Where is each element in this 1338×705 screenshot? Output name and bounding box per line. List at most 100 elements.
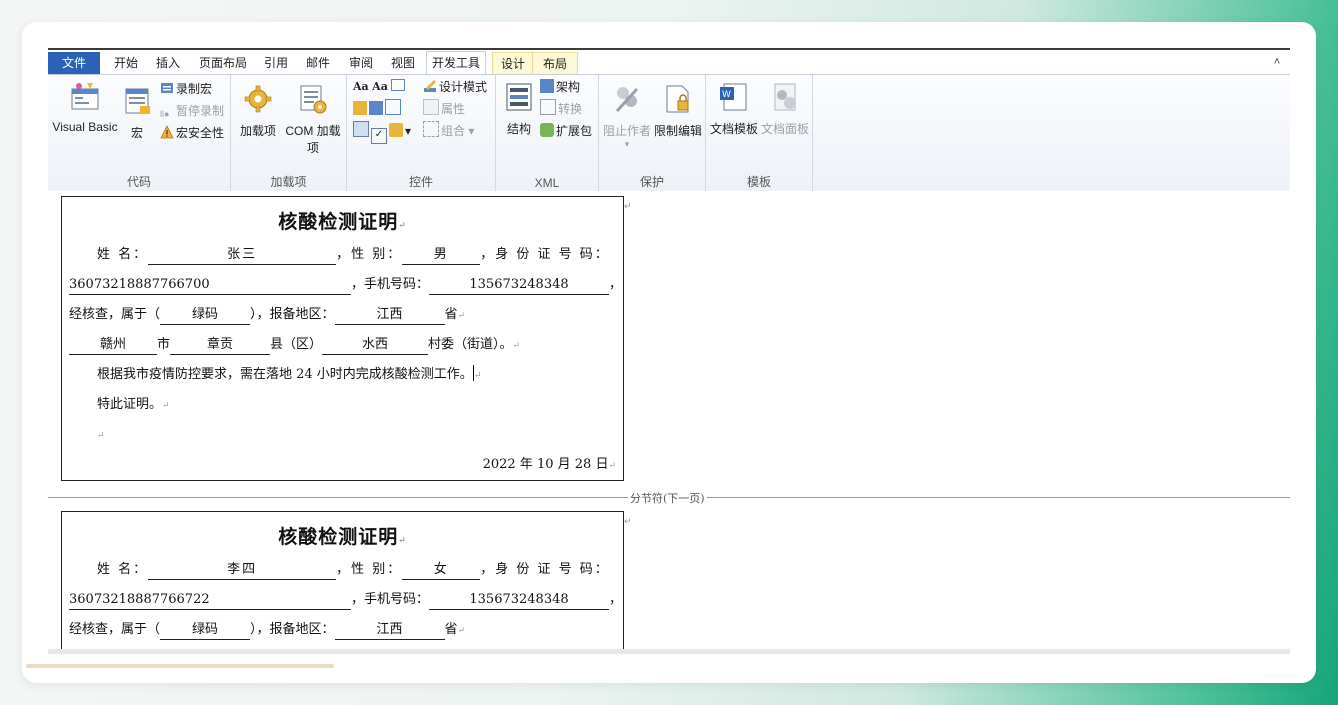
group-xml: 结构 架构 转换 扩展包 XML [496, 75, 599, 191]
province-label: 省 [444, 307, 458, 322]
date-text: 2022 年 10 月 28 日 [482, 457, 609, 472]
tab-developer[interactable]: 开发工具 [426, 51, 486, 75]
id-phone-line: 36073218887766700 ，手机号码： 135673248348， [69, 275, 622, 295]
hereby-text: 特此证明。 [97, 397, 163, 412]
group-protect-label: 保护 [639, 175, 664, 189]
properties-icon [423, 99, 439, 115]
restrict-editing-label: 限制编辑 [653, 124, 702, 138]
design-mode-icon [424, 80, 436, 92]
document-area[interactable]: 核酸检测证明↵ 姓 名： 张三 ，性 别：男，身 份 证 号 码： 36073218… [48, 191, 1290, 654]
city-value[interactable]: 赣州 [69, 336, 157, 355]
document-panel-icon [774, 83, 796, 111]
tab-design[interactable]: 设计 [492, 52, 534, 75]
region-value[interactable]: 江西 [334, 306, 445, 325]
village-value[interactable]: 水西 [322, 336, 429, 355]
name-gender-line: 姓 名： 李四 ，性 别：女，身 份 证 号 码： [69, 560, 616, 580]
picture-control-icon[interactable] [353, 99, 403, 119]
group-control-button[interactable]: 组合 ▾ [423, 121, 474, 141]
transform-icon [540, 99, 556, 115]
name-value[interactable]: 李四 [148, 561, 337, 580]
certificate-table-2[interactable]: 核酸检测证明↵ 姓 名： 李四 ，性 别：女，身 份 证 号 码： 36073218… [61, 511, 624, 654]
end-of-cell-marker: ↵ [624, 516, 632, 526]
structure-button[interactable]: 结构 [500, 81, 538, 137]
tab-mailings[interactable]: 邮件 [301, 52, 335, 74]
tab-insert[interactable]: 插入 [151, 52, 185, 74]
province-label: 省 [444, 622, 458, 637]
tab-review[interactable]: 审阅 [344, 52, 378, 74]
gender-value[interactable]: 女 [402, 561, 481, 580]
visual-basic-button[interactable]: Visual Basic [50, 81, 120, 134]
id-phone-line: 36073218887766722 ，手机号码： 135673248348， [69, 590, 622, 610]
county-label: 县（区） [270, 337, 323, 352]
gear-icon [244, 85, 272, 113]
id-label: ，身 份 证 号 码： [480, 247, 610, 262]
pause-recording-button[interactable]: ll● 暂停录制 [160, 101, 224, 121]
restrict-editing-button[interactable]: 限制编辑 [653, 83, 703, 139]
comma-text: ， [609, 592, 623, 607]
group-controls-label: 控件 [408, 175, 433, 189]
empty-paragraph: ↵ [97, 431, 105, 441]
collapse-ribbon-icon[interactable]: ˄ [1268, 53, 1286, 71]
phone-value[interactable]: 135673248348 [429, 276, 610, 295]
schema-button[interactable]: 架构 [540, 77, 580, 97]
tab-page-layout[interactable]: 页面布局 [193, 52, 253, 74]
certificate-table-1[interactable]: 核酸检测证明↵ 姓 名： 张三 ，性 别：男，身 份 证 号 码： 36073218… [61, 196, 624, 481]
macro-button[interactable]: 宏 [122, 85, 152, 141]
health-code-value[interactable]: 绿码 [160, 621, 251, 640]
id-value[interactable]: 36073218887766722 [69, 591, 351, 610]
group-addins-label: 加载项 [270, 175, 307, 189]
tab-references[interactable]: 引用 [259, 52, 293, 74]
block-authors-button[interactable]: 阻止作者 ▾ [601, 83, 653, 150]
region-value[interactable]: 江西 [334, 621, 445, 640]
transform-button[interactable]: 转换 [540, 99, 582, 119]
phone-label: ，手机号码： [351, 592, 430, 607]
document-panel-button[interactable]: 文档面板 [760, 81, 810, 137]
expansion-pack-button[interactable]: 扩展包 [540, 121, 592, 141]
legacy-tools-icon[interactable]: ✓ ▾ [353, 121, 411, 144]
record-macro-button[interactable]: 录制宏 [160, 79, 212, 99]
document-template-button[interactable]: W 文档模板 [708, 81, 760, 137]
svg-text:W: W [722, 90, 731, 100]
macro-security-button[interactable]: 宏安全性 [160, 123, 224, 143]
date-line: 2022 年 10 月 28 日↵ [482, 457, 616, 472]
properties-button[interactable]: 属性 [423, 99, 465, 119]
schema-label: 架构 [556, 80, 581, 94]
warning-icon [160, 125, 174, 139]
record-macro-label: 录制宏 [176, 82, 213, 96]
county-value[interactable]: 章贡 [170, 336, 271, 355]
design-mode-button[interactable]: 设计模式 [423, 77, 487, 97]
schema-icon [540, 79, 554, 93]
group-controls: Aa Aa ✓ ▾ 设计模式 属性 组合 ▾ 控件 [347, 75, 496, 191]
gender-value[interactable]: 男 [402, 246, 481, 265]
horizontal-scrollbar[interactable] [48, 649, 1290, 654]
certificate-title: 核酸检测证明↵ [278, 211, 407, 233]
pause-recording-label: 暂停录制 [176, 104, 225, 118]
tab-layout[interactable]: 布局 [532, 52, 578, 75]
region-label: ），报备地区： [250, 622, 335, 637]
phone-value[interactable]: 135673248348 [429, 591, 610, 610]
tab-home[interactable]: 开始 [109, 52, 143, 74]
check-line: 经核查，属于（ 绿码 ），报备地区： 江西 省↵ [69, 305, 616, 325]
addins-button[interactable]: 加载项 [233, 83, 283, 139]
group-addins: 加载项 COM 加载项 加载项 [231, 75, 347, 191]
phone-label: ，手机号码： [351, 277, 430, 292]
com-addins-icon [300, 85, 327, 114]
com-addins-button[interactable]: COM 加载项 [281, 83, 345, 156]
name-label: 姓 名： [97, 247, 149, 262]
health-code-value[interactable]: 绿码 [160, 306, 251, 325]
check-label: 经核查，属于（ [69, 307, 161, 322]
name-value[interactable]: 张三 [148, 246, 337, 265]
tab-view[interactable]: 视图 [386, 52, 420, 74]
tab-file[interactable]: 文件 [48, 52, 100, 74]
com-addins-label: COM 加载项 [285, 124, 341, 155]
village-label: 村委（街道）。 [428, 337, 513, 352]
region-label: ），报备地区： [250, 307, 335, 322]
end-of-cell-marker: ↵ [624, 201, 632, 211]
block-authors-label: 阻止作者 [602, 124, 651, 138]
word-window: 文件 开始 插入 页面布局 引用 邮件 审阅 视图 开发工具 设计 布局 ˄ V… [48, 48, 1290, 654]
document-panel-label: 文档面板 [760, 122, 809, 136]
rich-text-control-icon[interactable]: Aa Aa [353, 77, 406, 97]
id-value[interactable]: 36073218887766700 [69, 276, 351, 295]
section-break: 分节符(下一页) [48, 490, 1290, 506]
name-gender-line: 姓 名： 张三 ，性 别：男，身 份 证 号 码： [69, 245, 616, 265]
